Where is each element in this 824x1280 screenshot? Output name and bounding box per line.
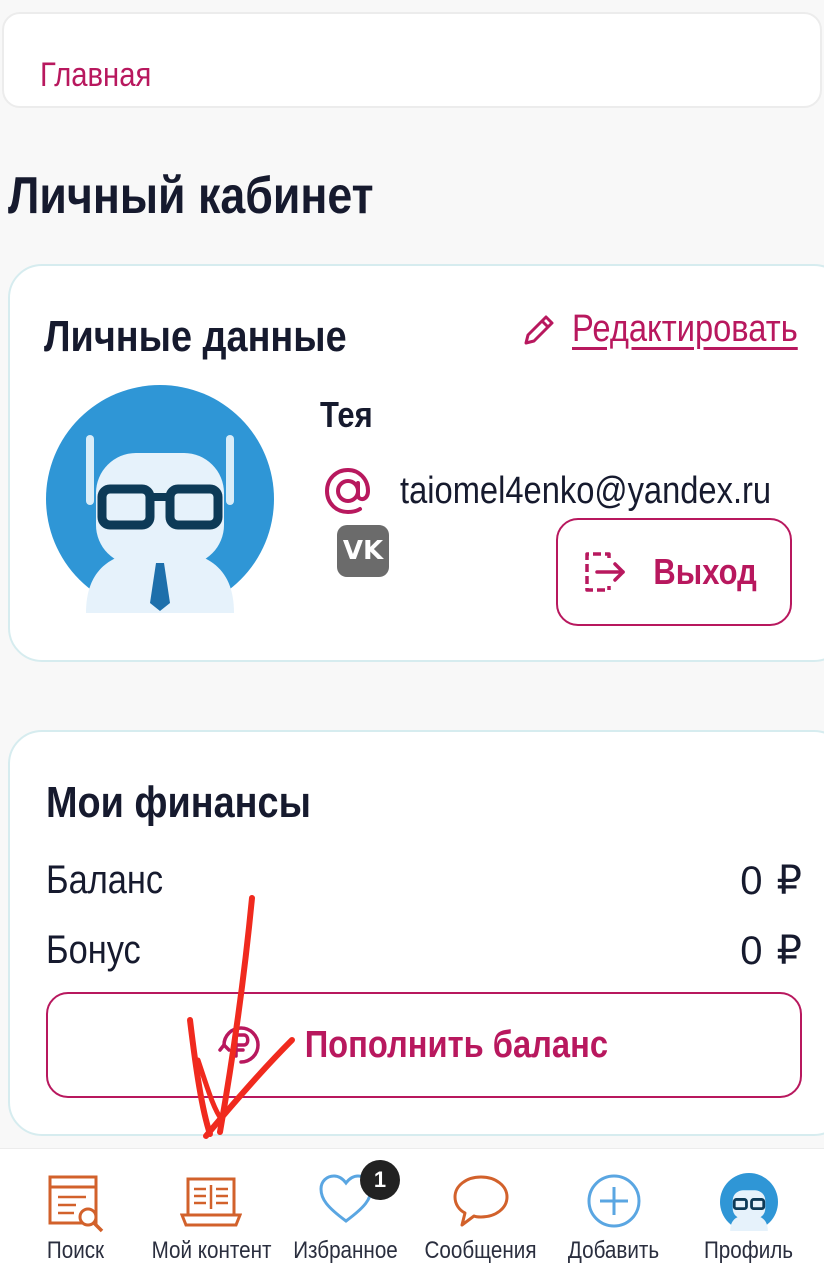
page-title: Личный кабинет — [8, 167, 374, 225]
tab-favorites-label: Избранное — [293, 1237, 398, 1264]
balance-value: 0 ₽ — [740, 858, 802, 904]
balance-label: Баланс — [46, 858, 164, 902]
tab-profile[interactable]: Профиль — [680, 1149, 817, 1280]
tab-add[interactable]: Добавить — [545, 1149, 682, 1280]
tab-add-label: Добавить — [567, 1237, 660, 1264]
plus-circle-icon — [587, 1174, 640, 1228]
topup-balance-label: Пополнить баланс — [304, 1023, 608, 1066]
pencil-icon — [524, 315, 554, 344]
speech-bubble-icon — [453, 1175, 508, 1227]
balance-amount: 0 — [740, 859, 763, 903]
vk-icon[interactable]: VK — [337, 525, 389, 577]
tab-profile-label: Профиль — [703, 1237, 794, 1264]
currency-sign: ₽ — [776, 859, 802, 903]
tab-messages-label: Сообщения — [424, 1237, 537, 1264]
logout-icon — [585, 552, 625, 592]
tab-messages[interactable]: Сообщения — [412, 1149, 549, 1280]
profile-avatar-icon — [719, 1173, 778, 1231]
breadcrumb: Главная — [2, 12, 822, 108]
tab-search[interactable]: Поиск — [7, 1149, 144, 1280]
breadcrumb-home-link[interactable]: Главная — [40, 56, 151, 95]
tab-my-content-label: Мой контент — [151, 1237, 272, 1264]
at-icon — [324, 467, 371, 515]
search-document-icon — [48, 1175, 103, 1233]
tab-search-label: Поиск — [46, 1237, 105, 1264]
bonus-value: 0 ₽ — [740, 928, 802, 974]
laptop-book-icon — [179, 1177, 242, 1227]
personal-data-title: Личные данные — [44, 312, 347, 361]
user-name: Тея — [320, 394, 373, 435]
tab-my-content[interactable]: Мой контент — [142, 1149, 279, 1280]
logout-label: Выход — [653, 551, 757, 592]
edit-profile-link[interactable]: Редактировать — [520, 308, 824, 351]
logout-button[interactable]: Выход — [556, 518, 792, 626]
ruble-circle-icon — [217, 1026, 260, 1064]
bottom-tab-bar: Поиск Мой контент Избранное Сообщения До… — [0, 1148, 824, 1280]
finances-title: Мои финансы — [46, 778, 311, 827]
currency-sign: ₽ — [776, 929, 802, 973]
topup-balance-button[interactable]: Пополнить баланс — [46, 992, 802, 1098]
user-email: taiomel4enko@yandex.ru — [400, 470, 772, 512]
edit-profile-label: Редактировать — [572, 308, 798, 350]
avatar[interactable] — [46, 385, 274, 613]
favorites-count-badge: 1 — [360, 1160, 400, 1200]
bonus-label: Бонус — [46, 928, 141, 972]
bonus-amount: 0 — [740, 929, 763, 973]
